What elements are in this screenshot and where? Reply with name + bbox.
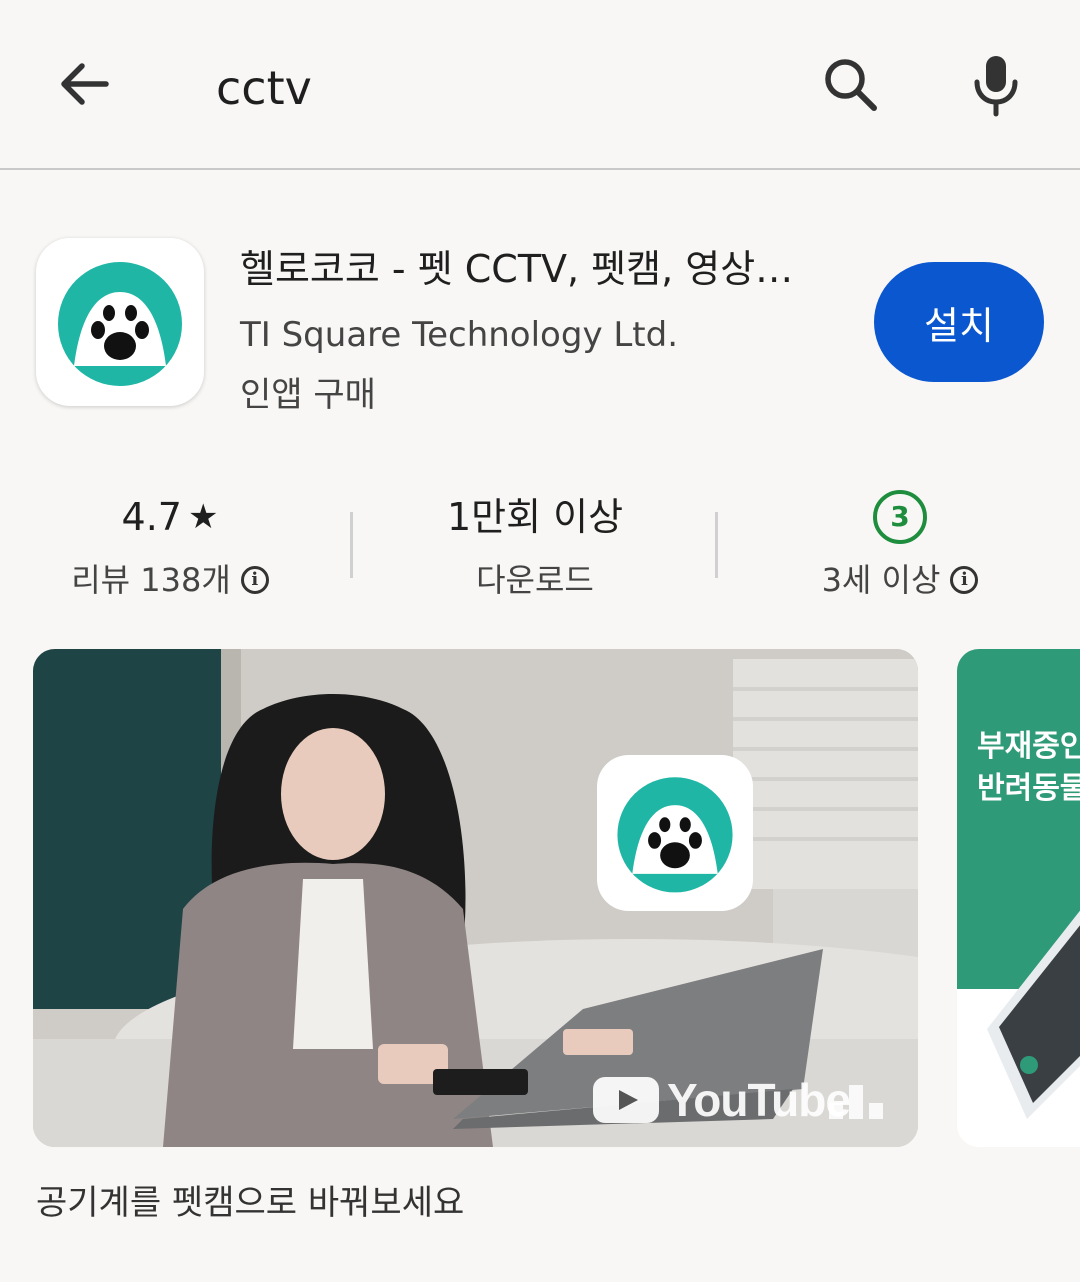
- info-icon[interactable]: i: [240, 566, 269, 594]
- app-icon[interactable]: [36, 238, 204, 406]
- rating-stat[interactable]: 4.7 ★ 리뷰 138개 i: [40, 492, 300, 602]
- search-query[interactable]: cctv: [216, 60, 312, 116]
- app-logo-overlay: [597, 755, 753, 911]
- promo-video[interactable]: YouTube: [33, 649, 918, 1147]
- arrow-back-icon: [61, 63, 109, 105]
- download-label: 다운로드: [476, 561, 594, 599]
- rating-value: 4.7: [121, 495, 182, 539]
- screenshot-caption: 공기계를 펫캠으로 바꿔보세요: [36, 1183, 465, 1223]
- youtube-logo: YouTube: [593, 1073, 851, 1127]
- youtube-wordmark: YouTube: [667, 1074, 851, 1126]
- phone-mockup: [987, 910, 1080, 1119]
- search-bar: cctv: [0, 0, 1080, 170]
- age-rating-label: 3세 이상: [821, 561, 941, 599]
- search-button[interactable]: [818, 52, 882, 116]
- app-developer[interactable]: TI Square Technology Ltd.: [240, 312, 678, 358]
- youtube-play-icon: [593, 1077, 659, 1123]
- info-icon[interactable]: i: [950, 566, 979, 594]
- age-rating-stat[interactable]: 3 3세 이상 i: [760, 490, 1040, 602]
- review-count: 리뷰 138개: [71, 561, 231, 599]
- screenshot-2-line2: 반려동물: [977, 771, 1080, 806]
- youtube-bars-icon: [829, 1085, 883, 1119]
- star-icon: ★: [187, 497, 219, 537]
- paw-icon: [58, 262, 182, 386]
- divider: [350, 512, 353, 578]
- back-button[interactable]: [52, 52, 116, 116]
- app-title[interactable]: 헬로코코 - 펫 CCTV, 펫캠, 영상…: [240, 244, 840, 294]
- screenshot-2-line1: 부재중인: [977, 729, 1080, 764]
- age-rating-badge: 3: [873, 490, 927, 544]
- download-count: 1만회 이상: [446, 495, 624, 539]
- downloads-stat: 1만회 이상 다운로드: [380, 492, 690, 602]
- search-icon: [825, 59, 877, 111]
- divider: [715, 512, 718, 578]
- screenshot-2[interactable]: 부재중인 반려동물: [957, 649, 1080, 1147]
- voice-search-button[interactable]: [966, 50, 1026, 120]
- in-app-purchase-label: 인앱 구매: [240, 375, 376, 415]
- mic-icon: [974, 56, 1018, 117]
- install-button[interactable]: 설치: [874, 262, 1044, 382]
